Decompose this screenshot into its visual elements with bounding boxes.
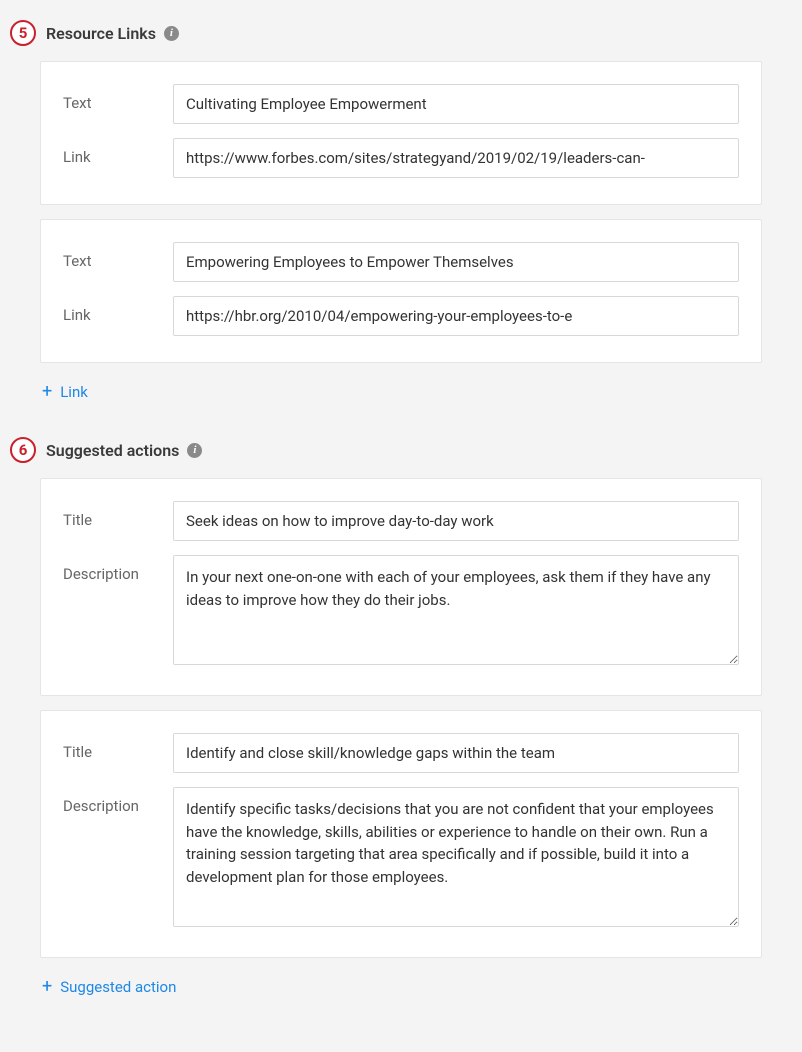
- resource-links-section: 5 Resource Links i Text Link Text Link: [40, 20, 762, 407]
- suggested-actions-header: 6 Suggested actions i: [10, 437, 762, 463]
- form-row: Link: [63, 296, 739, 336]
- description-label: Description: [63, 787, 173, 815]
- info-icon[interactable]: i: [164, 26, 179, 41]
- action-title-input[interactable]: [173, 501, 739, 541]
- resource-links-title: Resource Links: [46, 24, 156, 43]
- description-label: Description: [63, 555, 173, 583]
- text-label: Text: [63, 84, 173, 112]
- action-description-textarea[interactable]: [173, 555, 739, 665]
- suggested-action-card: Title Description: [40, 478, 762, 696]
- resource-links-header: 5 Resource Links i: [10, 20, 762, 46]
- form-row: Title: [63, 733, 739, 773]
- resource-text-input[interactable]: [173, 84, 739, 124]
- resource-link-card: Text Link: [40, 219, 762, 363]
- step-number: 5: [19, 24, 28, 42]
- form-row: Text: [63, 242, 739, 282]
- add-suggested-action-button[interactable]: + Suggested action: [40, 972, 762, 1002]
- action-description-textarea[interactable]: [173, 787, 739, 927]
- plus-icon: +: [42, 978, 52, 996]
- form-row: Link: [63, 138, 739, 178]
- title-label: Title: [63, 501, 173, 529]
- suggested-actions-section: 6 Suggested actions i Title Description …: [40, 437, 762, 1002]
- form-row: Description: [63, 555, 739, 669]
- step-number: 6: [19, 441, 28, 459]
- action-title-input[interactable]: [173, 733, 739, 773]
- add-link-label: Link: [60, 383, 88, 401]
- step-badge-5: 5: [10, 20, 36, 46]
- resource-text-input[interactable]: [173, 242, 739, 282]
- plus-icon: +: [42, 383, 52, 401]
- form-row: Text: [63, 84, 739, 124]
- add-suggested-action-label: Suggested action: [60, 978, 176, 996]
- form-row: Description: [63, 787, 739, 931]
- title-label: Title: [63, 733, 173, 761]
- info-icon[interactable]: i: [187, 443, 202, 458]
- step-badge-6: 6: [10, 437, 36, 463]
- link-label: Link: [63, 296, 173, 324]
- text-label: Text: [63, 242, 173, 270]
- resource-link-input[interactable]: [173, 296, 739, 336]
- link-label: Link: [63, 138, 173, 166]
- suggested-actions-title: Suggested actions: [46, 441, 179, 460]
- resource-link-card: Text Link: [40, 61, 762, 205]
- form-row: Title: [63, 501, 739, 541]
- resource-link-input[interactable]: [173, 138, 739, 178]
- add-link-button[interactable]: + Link: [40, 377, 762, 407]
- suggested-action-card: Title Description: [40, 710, 762, 958]
